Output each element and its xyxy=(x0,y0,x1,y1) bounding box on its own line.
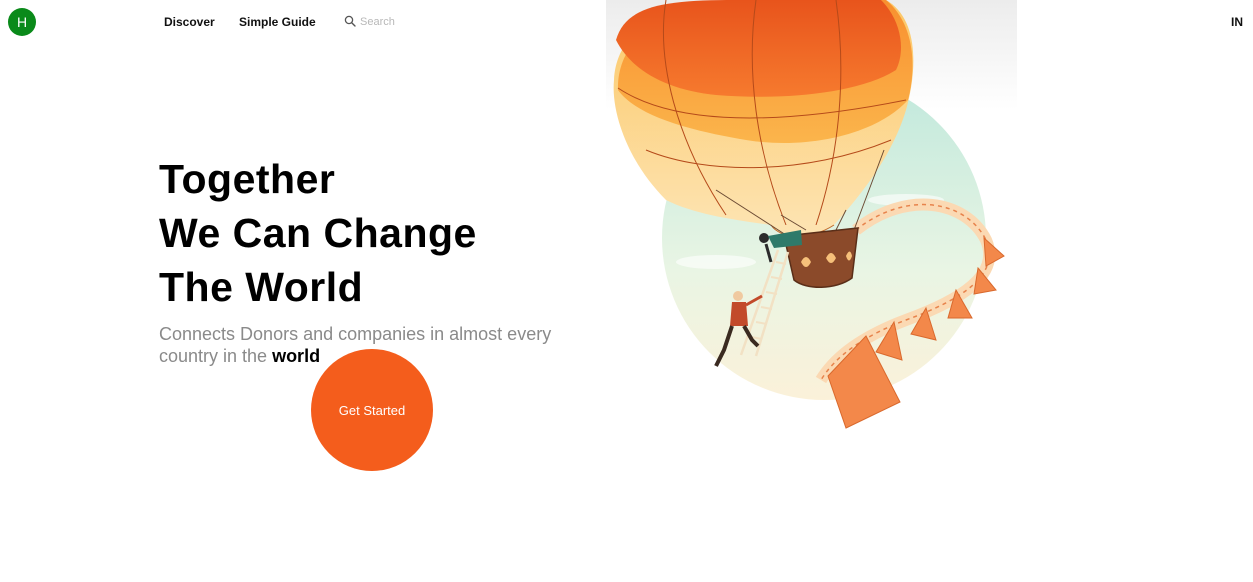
search-bar[interactable] xyxy=(344,13,464,31)
get-started-button[interactable]: Get Started xyxy=(311,349,433,471)
hero-headline: Together We Can Change The World xyxy=(159,152,477,314)
search-icon xyxy=(344,15,356,27)
logo-badge[interactable]: H xyxy=(8,8,36,36)
hero-headline-line-2: We Can Change xyxy=(159,210,477,256)
nav-link-simple-guide[interactable]: Simple Guide xyxy=(239,15,316,29)
hero-subtitle-accent: world xyxy=(272,346,321,366)
nav-link-discover[interactable]: Discover xyxy=(164,15,215,29)
hot-air-balloon-illustration xyxy=(606,0,1017,465)
hero-headline-line-3: The World xyxy=(159,264,364,310)
language-selector[interactable]: IN xyxy=(1231,15,1243,29)
search-input[interactable] xyxy=(360,13,460,31)
hero-headline-line-1: Together xyxy=(159,156,336,202)
landing-page: H Discover Simple Guide IN Together We C… xyxy=(0,0,1253,582)
